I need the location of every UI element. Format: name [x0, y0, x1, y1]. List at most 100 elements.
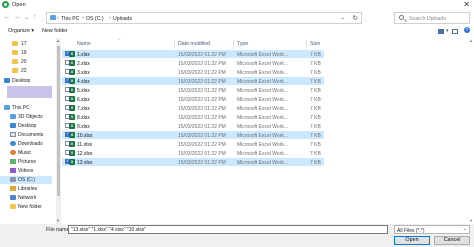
sort-chevron-icon: ⌃	[118, 38, 122, 43]
sidebar-item-downloads[interactable]: Downloads	[0, 140, 52, 148]
file-row[interactable]: X 5.xlsx 15/03/2022 01:22 PM Microsoft E…	[62, 86, 324, 94]
scroll-down-icon[interactable]: ▼	[56, 218, 60, 223]
sidebar-item-22[interactable]: 22	[0, 67, 52, 75]
breadcrumb-os-c[interactable]: OS (C:)	[86, 16, 104, 22]
search-icon	[399, 15, 404, 20]
sidebar-item-label: Downloads	[18, 141, 43, 147]
network-icon	[10, 195, 16, 200]
sidebar-item-label: Desktop	[18, 123, 37, 129]
view-options[interactable]: ▾	[438, 27, 460, 36]
breadcrumb-uploads[interactable]: Uploads	[113, 16, 132, 22]
file-name-input[interactable]	[68, 225, 388, 234]
back-arrow-icon[interactable]: ←	[4, 14, 10, 20]
excel-file-icon: X	[69, 141, 75, 147]
sidebar-item-videos[interactable]: Videos	[0, 167, 52, 175]
view-mode-icon[interactable]	[438, 29, 444, 34]
address-row: ← → ⌄ ↑ › This PC › OS (C:) › Uploads ⌄ …	[0, 11, 474, 25]
file-row[interactable]: X 1.xlsx 15/03/2022 01:22 PM Microsoft E…	[62, 50, 324, 58]
scroll-up-icon[interactable]: ▲	[469, 38, 473, 43]
refresh-icon[interactable]: ↻	[353, 14, 358, 22]
file-date: 15/03/2022 01:22 PM	[178, 60, 226, 67]
folder-icon	[12, 59, 18, 64]
file-type: Microsoft Excel Work...	[237, 60, 289, 67]
sidebar-item-desktop[interactable]: Desktop	[0, 122, 52, 130]
file-size: 7 KB	[310, 105, 321, 112]
file-list-scrollbar[interactable]	[467, 38, 474, 224]
close-icon[interactable]: ✕	[463, 0, 470, 9]
open-button[interactable]: Open	[394, 236, 430, 245]
address-bar[interactable]: › This PC › OS (C:) › Uploads ⌄ ↻	[46, 12, 362, 24]
file-date: 15/03/2022 01:22 PM	[178, 105, 226, 112]
file-row[interactable]: X 10.xlsx 15/03/2022 01:22 PM Microsoft …	[62, 131, 324, 139]
excel-file-icon: X	[69, 114, 75, 120]
excel-file-icon: X	[69, 132, 75, 138]
preview-pane-icon[interactable]	[452, 29, 458, 34]
file-row[interactable]: X 13.xlsx 15/03/2022 01:22 PM Microsoft …	[62, 158, 324, 166]
sidebar-item-music[interactable]: Music	[0, 149, 52, 157]
file-size: 7 KB	[310, 141, 321, 148]
file-name: 2.xlsx	[77, 60, 90, 67]
file-row[interactable]: X 3.xlsx 15/03/2022 01:22 PM Microsoft E…	[62, 68, 324, 76]
sidebar-item-pictures[interactable]: Pictures	[0, 158, 52, 166]
sidebar-scrollbar-thumb[interactable]	[57, 46, 60, 196]
sidebar-item-new-folder[interactable]: New folder	[0, 203, 52, 211]
column-header-date[interactable]: Date modified	[178, 41, 210, 47]
file-row[interactable]: X 7.xlsx 15/03/2022 01:22 PM Microsoft E…	[62, 104, 324, 112]
file-size: 7 KB	[310, 78, 321, 85]
file-size: 7 KB	[310, 159, 321, 166]
scroll-down-icon[interactable]: ▼	[469, 218, 473, 223]
folder-icon	[12, 50, 18, 55]
file-row[interactable]: X 12.xlsx 15/03/2022 01:22 PM Microsoft …	[62, 149, 324, 157]
address-dropdown-icon[interactable]: ⌄	[340, 15, 345, 21]
forward-arrow-icon[interactable]: →	[14, 14, 20, 20]
sidebar-item-this-pc[interactable]: This PC	[0, 104, 52, 112]
app-icon	[2, 1, 9, 8]
file-row[interactable]: X 6.xlsx 15/03/2022 01:22 PM Microsoft E…	[62, 95, 324, 103]
sidebar-item-libraries[interactable]: Libraries	[0, 185, 52, 193]
column-header-size[interactable]: Size	[310, 41, 320, 47]
sidebar-item-label: 3D Objects	[18, 114, 43, 120]
column-divider[interactable]	[174, 40, 175, 49]
file-type-select[interactable]: All Files (*.*) ⌄	[394, 225, 470, 234]
sidebar-item-19[interactable]: 19	[0, 49, 52, 57]
videos-icon	[10, 168, 16, 173]
sidebar-item-17[interactable]: 17	[0, 40, 52, 48]
file-row[interactable]: X 9.xlsx 15/03/2022 01:22 PM Microsoft E…	[62, 122, 324, 130]
sidebar-item-desktop-top[interactable]: Desktop	[0, 77, 52, 85]
sidebar-item-os-c[interactable]: OS (C:)	[0, 176, 52, 184]
organize-button[interactable]: Organize ▾	[8, 28, 34, 34]
help-icon[interactable]: ?	[464, 27, 470, 33]
column-header-name[interactable]: Name	[77, 41, 91, 47]
column-header-type[interactable]: Type	[237, 41, 248, 47]
file-row[interactable]: X 11.xlsx 15/03/2022 01:22 PM Microsoft …	[62, 140, 324, 148]
cancel-button[interactable]: Cancel	[434, 236, 470, 245]
file-name: 4.xlsx	[77, 78, 90, 85]
view-chevron-icon[interactable]: ▾	[446, 28, 449, 34]
excel-file-icon: X	[69, 159, 75, 165]
search-box[interactable]: Search Uploads	[394, 12, 470, 24]
scroll-up-icon[interactable]: ▲	[56, 38, 60, 43]
file-row[interactable]: X 2.xlsx 15/03/2022 01:22 PM Microsoft E…	[62, 59, 324, 67]
column-header-row: ⌃ Name Date modified Type Size	[62, 38, 474, 49]
breadcrumb-this-pc[interactable]: This PC	[61, 16, 79, 22]
downloads-icon	[10, 141, 16, 146]
file-type: Microsoft Excel Work...	[237, 150, 289, 157]
recent-locations-chevron-icon[interactable]: ⌄	[24, 14, 29, 21]
sidebar-item-documents[interactable]: Documents	[0, 131, 52, 139]
sidebar-item-3d-objects[interactable]: 3D Objects	[0, 113, 52, 121]
file-type: Microsoft Excel Work...	[237, 87, 289, 94]
sidebar-item-network[interactable]: Network	[0, 194, 52, 202]
column-divider[interactable]	[306, 40, 307, 49]
sidebar-item-20[interactable]: 20	[0, 58, 52, 66]
new-folder-button[interactable]: New folder	[42, 28, 68, 34]
column-divider[interactable]	[233, 40, 234, 49]
file-row[interactable]: X 4.xlsx 15/03/2022 01:22 PM Microsoft E…	[62, 77, 324, 85]
pc-icon	[4, 105, 10, 110]
sidebar-item-label: Music	[18, 150, 32, 156]
file-row[interactable]: X 8.xlsx 15/03/2022 01:22 PM Microsoft E…	[62, 113, 324, 121]
redacted-block	[7, 86, 52, 98]
up-arrow-icon[interactable]: ↑	[33, 14, 36, 20]
file-type: Microsoft Excel Work...	[237, 78, 289, 85]
file-date: 15/03/2022 01:22 PM	[178, 114, 226, 121]
file-size: 7 KB	[310, 60, 321, 67]
